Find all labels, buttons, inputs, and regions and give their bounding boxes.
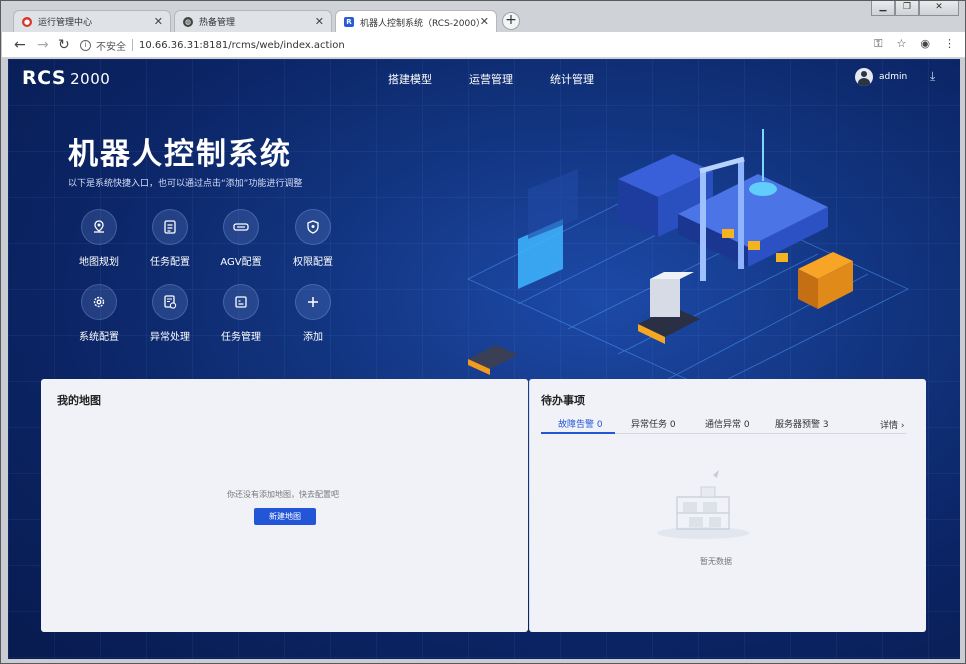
screen-panel	[518, 169, 578, 289]
avatar	[855, 68, 873, 86]
tab-title: 机器人控制系统（RCS-2000）	[360, 18, 485, 29]
window-controls: ▁ ❐ ✕	[871, 1, 959, 16]
toolbar-actions: ⚿ ☆ ◉ ⋮	[874, 37, 955, 51]
todo-empty-text: 暂无数据	[700, 557, 732, 566]
tab-title: 运行管理中心	[38, 18, 93, 28]
key-icon[interactable]: ⚿	[874, 37, 882, 51]
tab-favicon-icon: ●	[22, 16, 32, 27]
security-label: 不安全	[96, 41, 126, 53]
quick-link-task-config[interactable]: 任务配置	[135, 209, 205, 268]
my-map-title: 我的地图	[57, 394, 101, 407]
factory-illustration	[467, 129, 909, 389]
nav-build-model[interactable]: 搭建模型	[388, 71, 432, 87]
todo-title: 待办事项	[541, 394, 585, 407]
tab-close-icon[interactable]: ✕	[154, 15, 163, 28]
quick-link-label: 添加	[303, 332, 323, 343]
quick-link-label: 权限配置	[293, 257, 333, 268]
info-icon[interactable]: i	[80, 39, 91, 51]
tab-comm-error[interactable]: 通信异常 0	[705, 417, 750, 430]
my-map-empty-text: 你还没有添加地图，快去配置吧	[227, 490, 339, 499]
quick-link-map-planning[interactable]: 地图规划	[64, 209, 134, 268]
browser-window: ● 运行管理中心 ✕ ◍ 热备管理 ✕ R 机器人控制系统（RCS-2000） …	[0, 0, 966, 664]
active-tab-indicator	[541, 432, 615, 434]
shield-icon	[295, 209, 331, 245]
rcs-favicon-icon: R	[344, 17, 354, 27]
tab-strip: ● 运行管理中心 ✕ ◍ 热备管理 ✕ R 机器人控制系统（RCS-2000） …	[1, 1, 965, 33]
tab-close-icon[interactable]: ✕	[315, 15, 324, 28]
profile-icon[interactable]: ◉	[920, 37, 930, 51]
new-tab-button[interactable]: +	[502, 12, 520, 30]
todo-tabs: 故障告警 0 异常任务 0 通信异常 0 服务器预警 3	[541, 414, 906, 434]
close-window-button[interactable]: ✕	[919, 1, 959, 16]
details-link[interactable]: 详情 ›	[880, 418, 904, 431]
tab-fault-alarm[interactable]: 故障告警 0	[558, 417, 603, 430]
quick-link-exception[interactable]: 异常处理	[135, 284, 205, 343]
forward-arrow-icon[interactable]: →	[37, 36, 49, 54]
browser-tab-rcs[interactable]: R 机器人控制系统（RCS-2000） ✕	[335, 10, 497, 33]
app-viewport: RCS 2000 搭建模型 运营管理 统计管理 admin ⤓ 机器人控制系统 以…	[8, 59, 960, 659]
tab-title: 热备管理	[199, 18, 236, 28]
minimize-button[interactable]: ▁	[871, 1, 895, 16]
logo[interactable]: RCS 2000	[22, 67, 110, 89]
quick-link-label: AGV配置	[220, 257, 262, 268]
logo-text: RCS	[22, 67, 67, 89]
quick-link-label: 系统配置	[79, 332, 119, 343]
page-title: 机器人控制系统	[68, 137, 292, 172]
back-arrow-icon[interactable]: ←	[14, 36, 26, 54]
tab-close-icon[interactable]: ✕	[480, 15, 489, 28]
tab-abnormal-task[interactable]: 异常任务 0	[631, 417, 676, 430]
maximize-button[interactable]: ❐	[895, 1, 919, 16]
reload-icon[interactable]: ↻	[58, 36, 70, 54]
browser-toolbar: ← → ↻ i 不安全 10.66.36.31:8181/rcms/web/in…	[2, 32, 965, 58]
quick-link-permission[interactable]: 权限配置	[278, 209, 348, 268]
top-navigation: RCS 2000 搭建模型 运营管理 统计管理 admin ⤓	[8, 59, 960, 99]
url-divider	[132, 39, 133, 51]
nav-statistics[interactable]: 统计管理	[550, 71, 594, 87]
quick-link-task-manage[interactable]: 任务管理	[206, 284, 276, 343]
download-icon[interactable]: ⤓	[930, 69, 935, 84]
quick-link-label: 地图规划	[79, 257, 119, 268]
browser-tab-ops-center[interactable]: ● 运行管理中心 ✕	[13, 10, 171, 32]
agv-icon	[223, 209, 259, 245]
nav-operations[interactable]: 运营管理	[469, 71, 513, 87]
star-icon[interactable]: ☆	[897, 37, 907, 51]
task-config-icon	[152, 209, 188, 245]
address-bar[interactable]: i 不安全 10.66.36.31:8181/rcms/web/index.ac…	[80, 35, 865, 55]
url-text[interactable]: 10.66.36.31:8181/rcms/web/index.action	[139, 40, 345, 51]
plus-icon	[295, 284, 331, 320]
quick-link-add[interactable]: 添加	[278, 284, 348, 343]
page-subtitle: 以下是系统快捷入口，也可以通过点击“添加”功能进行调整	[68, 179, 303, 189]
empty-box-icon	[657, 470, 749, 539]
quick-link-system-config[interactable]: 系统配置	[64, 284, 134, 343]
tab-server-warning[interactable]: 服务器预警 3	[775, 417, 829, 430]
exception-icon	[152, 284, 188, 320]
task-manage-icon	[223, 284, 259, 320]
gear-icon	[81, 284, 117, 320]
small-agv	[468, 345, 518, 375]
quick-link-label: 异常处理	[150, 332, 190, 343]
user-menu[interactable]: admin	[855, 68, 907, 86]
quick-link-label: 任务管理	[221, 332, 261, 343]
robot-arm-cell	[618, 129, 828, 281]
agv-with-shelf	[638, 272, 700, 344]
globe-icon: ◍	[183, 16, 193, 27]
username: admin	[879, 72, 908, 82]
logo-number: 2000	[70, 70, 111, 88]
browser-tab-hot-standby[interactable]: ◍ 热备管理 ✕	[174, 10, 332, 32]
my-map-card	[41, 379, 528, 632]
menu-icon[interactable]: ⋮	[944, 37, 955, 51]
quick-link-label: 任务配置	[150, 257, 190, 268]
quick-link-agv-config[interactable]: AGV配置	[206, 209, 276, 268]
new-map-button[interactable]: 新建地图	[254, 508, 316, 525]
map-pin-icon	[81, 209, 117, 245]
